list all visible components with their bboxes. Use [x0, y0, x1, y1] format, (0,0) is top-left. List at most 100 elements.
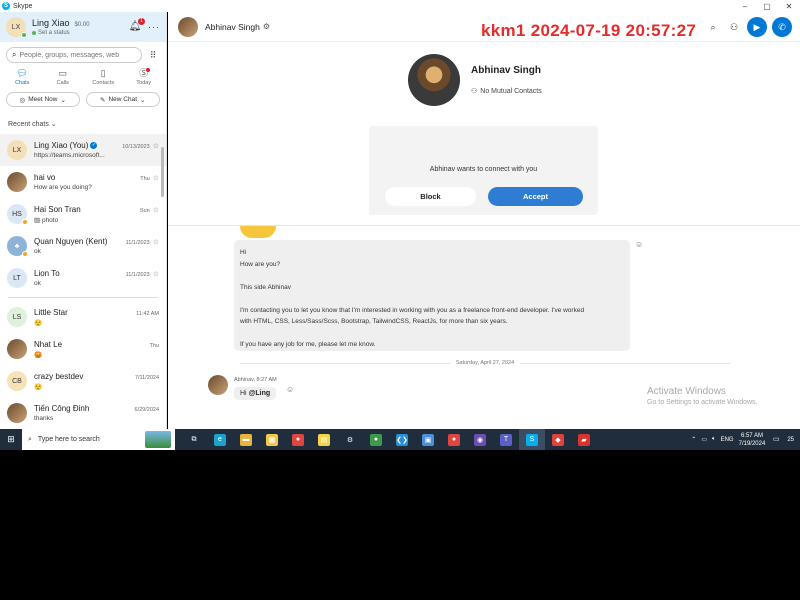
search-icon: ⌕ — [12, 50, 17, 59]
tab-contacts[interactable]: ▯ Contacts — [85, 68, 122, 90]
profile-info[interactable]: Ling Xiao $0.00 Set a status — [32, 18, 128, 36]
app-blue-taskbar-icon[interactable]: ▣ — [415, 429, 441, 450]
star-icon[interactable]: ☆ — [153, 207, 159, 214]
chat-name: Little Star — [34, 307, 68, 317]
skype-credit[interactable]: $0.00 — [75, 22, 90, 28]
window-title: Skype — [13, 2, 33, 10]
star-icon[interactable]: ☆ — [153, 143, 159, 150]
chat-item[interactable]: LS Little Star 11:42 AM 😌 — [0, 301, 166, 333]
action-row: ◎ Meet Now ⌄ ✎ New Chat ⌄ — [0, 92, 166, 107]
settings-taskbar-icon[interactable]: ⚙ — [337, 429, 363, 450]
contact-photo[interactable] — [408, 54, 460, 106]
maximize-button[interactable]: ▢ — [756, 2, 778, 11]
search-input[interactable] — [19, 51, 130, 59]
chrome-1-taskbar-icon[interactable]: ● — [285, 429, 311, 450]
star-icon[interactable]: ☆ — [153, 239, 159, 246]
search-box[interactable]: ⌕ — [6, 47, 142, 63]
tab-calls[interactable]: ▭ Calls — [45, 68, 82, 90]
add-reaction-icon[interactable]: ☺ — [635, 240, 643, 249]
skype-icon: S — [526, 433, 538, 446]
chat-item[interactable]: LX Ling Xiao (You) ✓ 10/13/2023 ☆ https://… — [0, 134, 166, 166]
close-button[interactable]: ✕ — [778, 2, 800, 11]
chrome-3-taskbar-icon[interactable]: ● — [441, 429, 467, 450]
accept-button[interactable]: Accept — [488, 187, 583, 206]
minimize-button[interactable]: – — [734, 2, 756, 11]
message-line: Hi — [240, 249, 247, 256]
profile-header: LX Ling Xiao $0.00 Set a status 🔔︎ 1 ··· — [0, 12, 166, 42]
sticky-notes-taskbar-icon[interactable]: ▤ — [311, 429, 337, 450]
chat-item[interactable]: ♣ Quan Nguyen (Kent) 11/1/2023 ☆ ok — [0, 230, 166, 262]
edge-taskbar-icon[interactable]: e — [207, 429, 233, 450]
chat-item[interactable]: Tiến Công Đinh 6/29/2024 thanks — [0, 397, 166, 429]
star-icon[interactable]: ☆ — [153, 271, 159, 278]
audio-call-button[interactable]: ✆ — [772, 17, 792, 37]
network-icon[interactable]: ▭ — [701, 436, 707, 443]
status-row[interactable]: Set a status — [32, 30, 128, 36]
contact-name[interactable]: Abhinav Singh — [205, 22, 260, 32]
mention[interactable]: @Ling — [249, 390, 271, 397]
settings-gear-icon[interactable]: ⚙ — [263, 22, 270, 31]
away-status-icon — [22, 251, 28, 257]
chat-time: 11/1/2023 — [125, 240, 150, 246]
skype-logo-icon: S — [2, 2, 10, 10]
teams-taskbar-icon[interactable]: T — [493, 429, 519, 450]
github-desktop-taskbar-icon[interactable]: ◉ — [467, 429, 493, 450]
add-reaction-icon[interactable]: ☺ — [286, 385, 294, 394]
avatar: LX — [7, 140, 27, 160]
contact-avatar[interactable] — [178, 16, 198, 37]
anydesk-taskbar-icon[interactable]: ◆ — [545, 429, 571, 450]
language-indicator[interactable]: ENG — [721, 437, 734, 443]
taskbar-apps: ⧉ e ▬ ▦ ● ▤ ⚙ ● ❮❯ ▣ ● ◉ T S ◆ ▰ — [181, 429, 597, 450]
request-text: Abhinav wants to connect with you — [429, 166, 538, 173]
message-bubble[interactable]: Hi @Ling — [234, 387, 277, 400]
chat-time: Sun — [139, 207, 150, 214]
meet-now-button[interactable]: ◎ Meet Now ⌄ — [6, 92, 80, 107]
message-line: This side Abhinav — [240, 283, 291, 291]
chat-name: Nhat Le — [34, 339, 63, 349]
search-icon[interactable]: ⌕ — [705, 19, 721, 35]
video-call-button[interactable]: ▶ — [747, 17, 767, 37]
chat-item[interactable]: LT Lion To 11/1/2023 ☆ ok — [0, 262, 166, 294]
windows-start-icon[interactable]: ⊞ — [0, 434, 22, 445]
chat-item[interactable]: CB crazy bestdev 7/11/2024 😌 — [0, 365, 166, 397]
store-taskbar-icon[interactable]: ▦ — [259, 429, 285, 450]
chat-item[interactable]: HS Hai Son Tran Sun ☆ ▨ photo — [0, 198, 166, 230]
message-bubble[interactable]: Hi How are you? This side Abhinav I'm co… — [234, 240, 630, 351]
sidebar-scrollbar[interactable] — [161, 147, 164, 197]
chat-name: Ling Xiao (You) — [34, 141, 89, 150]
block-button[interactable]: Block — [385, 187, 476, 206]
taskbar-search[interactable]: ⌕ Type here to search — [22, 429, 175, 450]
avatar — [7, 403, 27, 423]
recent-chats-header[interactable]: Recent chats ⌄ — [0, 120, 166, 130]
dialpad-icon[interactable]: ⠿ — [146, 48, 160, 62]
skype-taskbar-icon[interactable]: S — [519, 429, 545, 450]
new-chat-button[interactable]: ✎ New Chat ⌄ — [85, 92, 160, 107]
chevron-up-icon[interactable]: ⌃ — [691, 436, 696, 443]
notifications-button[interactable]: 🔔︎ 1 — [128, 18, 145, 34]
chrome-2-taskbar-icon[interactable]: ● — [363, 429, 389, 450]
chat-item[interactable]: hai vo Thu ☆ How are you doing? — [0, 166, 166, 198]
sender-avatar[interactable] — [208, 375, 228, 395]
today-alert-dot — [146, 68, 150, 72]
profile-avatar[interactable]: LX — [6, 17, 27, 38]
tab-today[interactable]: Ⓢ Today — [126, 68, 163, 90]
notification-center-icon[interactable]: ▭ — [770, 434, 782, 446]
chevron-down-icon: ⌄ — [50, 121, 57, 128]
more-options-button[interactable]: ··· — [148, 22, 160, 32]
chat-time: 6/29/2024 — [134, 407, 159, 413]
tab-chats[interactable]: 💬︎ Chats — [4, 68, 41, 90]
volume-icon[interactable]: 🔈︎ — [712, 436, 716, 443]
avatar: LS — [7, 307, 27, 327]
taskbar-search-placeholder: Type here to search — [37, 436, 100, 443]
message-line: with HTML, CSS, Less/Sass/Scss, Bootstra… — [240, 318, 508, 325]
task-view-taskbar-icon[interactable]: ⧉ — [181, 429, 207, 450]
add-people-icon[interactable]: ⚇ — [726, 19, 742, 35]
app-red-taskbar-icon[interactable]: ▰ — [571, 429, 597, 450]
clock[interactable]: 6:57 AM 7/19/2024 — [739, 432, 766, 448]
new-chat-icon: ✎ — [100, 96, 106, 104]
vscode-taskbar-icon[interactable]: ❮❯ — [389, 429, 415, 450]
star-icon[interactable]: ☆ — [153, 175, 159, 182]
chat-item[interactable]: Nhat Le Thu 😡 — [0, 333, 166, 365]
file-explorer-taskbar-icon[interactable]: ▬ — [233, 429, 259, 450]
github-desktop-icon: ◉ — [474, 433, 486, 446]
